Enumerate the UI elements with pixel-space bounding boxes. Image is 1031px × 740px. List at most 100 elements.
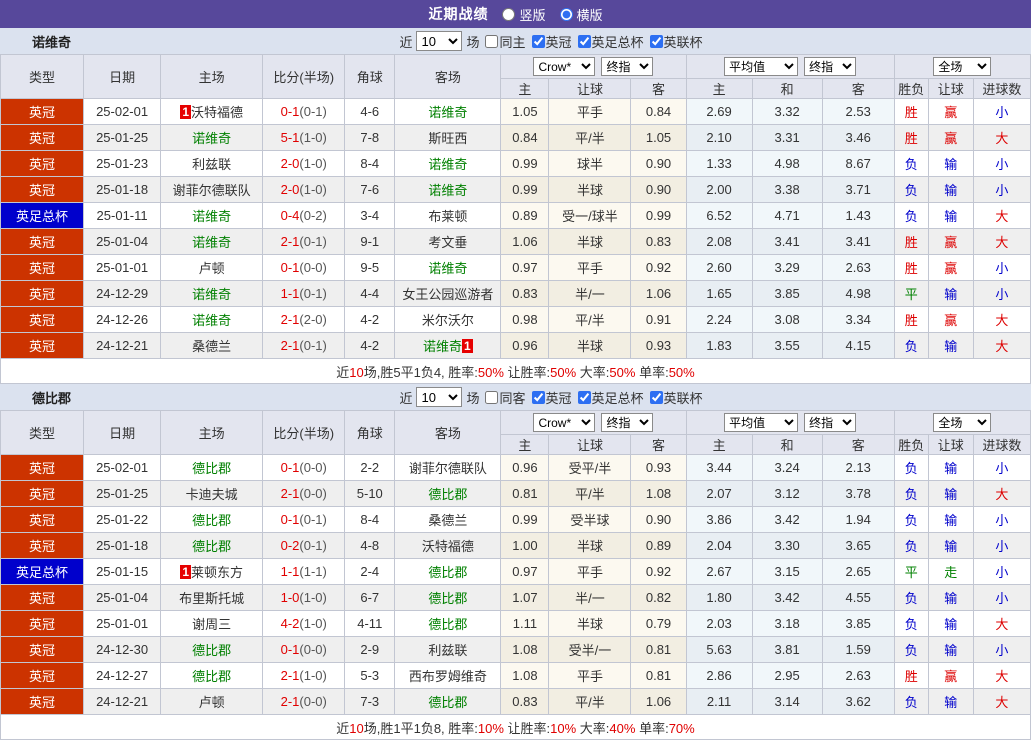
avg-home: 6.52 [685,202,753,229]
avg-draw: 3.42 [751,584,823,611]
same-side-checkbox[interactable]: 同主 [483,32,526,51]
result-handicap: 输 [927,610,974,637]
same-side-checkbox-input[interactable] [485,34,499,48]
league-checkbox-1-input[interactable] [577,34,591,48]
odds-company-select[interactable]: Crow* [533,413,596,432]
league-checkbox-1[interactable]: 英足总杯 [576,32,644,51]
match-date: 25-01-01 [83,254,162,281]
halftime-score: (2-0) [299,312,327,327]
team-name: 桑德兰 [192,339,232,354]
same-side-checkbox[interactable]: 同客 [483,388,526,407]
away-team: 桑德兰 [394,506,502,533]
odds-away: 0.91 [630,306,687,333]
avg-home: 2.04 [685,532,753,559]
sub-col-header: 让球 [548,434,632,455]
match-count-select[interactable]: 10 [416,387,463,407]
halftime-score: (0-1) [299,234,327,249]
odds-handicap: 半球 [548,228,632,255]
halftime-score: (1-0) [299,668,327,683]
type-badge: 英冠 [0,480,85,507]
fulltime-score: 2-1 [280,668,300,683]
team-name: 诺维奇 [192,235,232,250]
league-checkbox-0-input[interactable] [531,34,545,48]
away-team: 德比郡 [394,688,502,715]
fulltime-score: 0-2 [280,538,300,553]
league-checkbox-1-label: 英足总杯 [591,390,644,406]
team-name: 考文垂 [428,235,468,250]
league-checkbox-0-input[interactable] [531,390,545,404]
away-team: 诺维奇 [394,98,502,125]
league-checkbox-0[interactable]: 英冠 [530,32,572,51]
odds-final-select[interactable]: 终指 [601,57,654,76]
result-goals: 小 [972,584,1031,611]
type-badge: 英冠 [0,506,85,533]
team-section: 德比郡近 10 场同客 英冠 英足总杯 英联杯 类型 日期 主场 比分(半场) 角球 客场 Crow* 终… [0,384,1031,740]
league-checkbox-1-input[interactable] [577,390,591,404]
avg-selects: 平均值 终指 [687,413,893,432]
league-checkbox-2[interactable]: 英联杯 [648,32,703,51]
match-row: 英冠 24-12-21 卢顿 2-1(0-0) 7-3 德比郡 0.83 平/半 1.06 2.1… [0,688,1031,715]
league-checkbox-2-input[interactable] [649,34,663,48]
scope-select[interactable]: 全场 [933,57,992,76]
layout-option-vertical[interactable]: 竖版 [502,5,546,24]
corner-score: 7-6 [344,176,396,203]
same-side-checkbox-input[interactable] [485,390,499,404]
result-handicap: 输 [927,480,974,507]
match-date: 25-02-01 [83,454,162,481]
home-team: 卢顿 [160,254,264,281]
league-checkbox-0[interactable]: 英冠 [530,388,572,407]
vertical-radio[interactable] [502,7,516,21]
odds-final-select[interactable]: 终指 [601,413,654,432]
odds-home: 0.83 [500,688,550,715]
away-team: 德比郡 [394,480,502,507]
league-checkbox-2-input[interactable] [649,390,663,404]
avg-draw: 3.29 [751,254,823,281]
team-name: 诺维奇 [428,183,468,198]
match-date: 25-01-01 [83,610,162,637]
avg-final-select[interactable]: 终指 [804,57,857,76]
corner-score: 3-4 [344,202,396,229]
halftime-score: (1-0) [299,616,327,631]
halftime-score: (1-0) [299,590,327,605]
scope-select[interactable]: 全场 [933,413,992,432]
match-row: 英冠 25-01-04 布里斯托城 1-0(1-0) 6-7 德比郡 1.07 半/一 0.82… [0,584,1031,611]
avg-home: 2.00 [685,176,753,203]
avg-draw: 3.81 [751,636,823,663]
summary-segment: 近 [336,720,350,736]
match-score: 2-1(2-0) [262,306,346,333]
odds-selects: Crow* 终指 [502,413,685,432]
horizontal-radio[interactable] [559,7,573,21]
odds-home: 0.99 [500,150,550,177]
match-date: 25-01-11 [83,202,162,229]
match-date: 24-12-21 [83,332,162,359]
match-row: 英冠 25-01-01 谢周三 4-2(1-0) 4-11 德比郡 1.11 半球 0.79 2.… [0,610,1031,637]
halftime-score: (0-0) [299,486,327,501]
halftime-score: (0-1) [299,104,327,119]
match-date: 24-12-27 [83,662,162,689]
team-name: 利兹联 [428,643,468,658]
match-count-select[interactable]: 10 [416,31,463,51]
summary-segment: 场,胜1平1负8, 胜率: [363,720,478,736]
odds-handicap: 球半 [548,150,632,177]
avg-select[interactable]: 平均值 [724,413,799,432]
halftime-score: (0-0) [299,642,327,657]
avg-select[interactable]: 平均值 [724,57,799,76]
odds-company-select[interactable]: Crow* [533,57,596,76]
avg-draw: 3.30 [751,532,823,559]
odds-handicap: 半球 [548,332,632,359]
team-name: 谢菲尔德联队 [408,461,487,476]
result-handicap: 赢 [927,254,974,281]
layout-option-horizontal[interactable]: 横版 [559,5,603,24]
league-checkbox-1[interactable]: 英足总杯 [576,388,644,407]
odds-away: 0.81 [630,636,687,663]
avg-group-header: 平均值 终指 [685,54,895,79]
avg-final-select[interactable]: 终指 [804,413,857,432]
avg-away: 3.46 [821,124,895,151]
league-checkbox-2[interactable]: 英联杯 [648,388,703,407]
home-team: 诺维奇 [160,228,264,255]
team-name: 诺维奇 [192,131,232,146]
team-name: 德比郡 [428,695,468,710]
halftime-score: (0-0) [299,694,327,709]
fulltime-score: 2-1 [280,486,300,501]
type-badge: 英足总杯 [0,202,85,229]
